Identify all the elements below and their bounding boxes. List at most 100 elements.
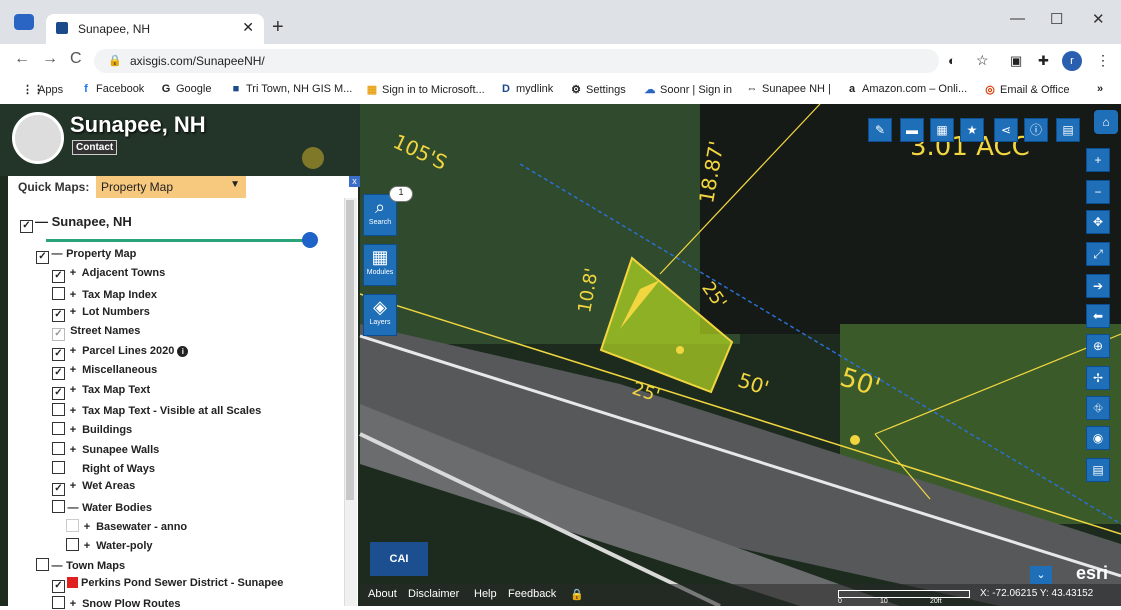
share-icon[interactable]: ⋖ (994, 118, 1018, 142)
layer-item[interactable]: + Tax Map Text - Visible at all Scales (52, 403, 261, 417)
contact-button[interactable]: Contact (72, 140, 118, 155)
layer-item[interactable]: ✓ Perkins Pond Sewer District - Sunapee (52, 577, 283, 593)
collapse-icon[interactable]: — (67, 502, 79, 514)
bookmark-google[interactable]: G Google (160, 83, 212, 95)
opacity-slider[interactable] (46, 239, 308, 242)
expand-icon[interactable]: + (67, 345, 79, 357)
bookmark-email-office[interactable]: ◎ Email & Office (984, 83, 1069, 96)
checkbox[interactable]: ✓ (52, 309, 65, 322)
home-icon[interactable]: ⌂ (1094, 110, 1118, 134)
checkbox[interactable]: ✓ (52, 483, 65, 496)
bookmark-soonr[interactable]: ☁ Soonr | Sign in (644, 83, 732, 96)
checkbox[interactable] (52, 403, 65, 416)
collapse-icon[interactable]: — (51, 560, 63, 572)
checkbox[interactable] (52, 287, 65, 300)
checkbox[interactable]: ✓ (52, 328, 65, 341)
opacity-slider-handle[interactable] (302, 232, 318, 248)
checkbox[interactable] (66, 538, 79, 551)
layer-item[interactable]: ✓ — Property Map (36, 248, 136, 264)
star-icon[interactable]: ☆ (976, 52, 989, 69)
checkbox[interactable] (52, 442, 65, 455)
checkbox[interactable]: ✓ (52, 367, 65, 380)
reload-button[interactable]: C (70, 50, 82, 68)
expand-icon[interactable]: + (67, 480, 79, 492)
zoom-box-icon[interactable]: ⊕ (1086, 334, 1110, 358)
previous-extent-icon[interactable]: ⬅ (1086, 304, 1110, 328)
checkbox[interactable]: ✓ (52, 580, 65, 593)
bookmarks-overflow[interactable]: » (1094, 83, 1110, 95)
panel-close-button[interactable]: x (349, 176, 360, 187)
modules-tool-button[interactable]: ▦ Modules (363, 244, 397, 286)
about-link[interactable]: About (368, 588, 397, 600)
print-map-icon[interactable]: ▤ (1086, 458, 1110, 482)
checkbox[interactable] (52, 422, 65, 435)
back-button[interactable]: ← (14, 50, 30, 68)
expand-icon[interactable]: + (67, 289, 79, 301)
puzzle-icon[interactable]: ✚ (1038, 53, 1049, 69)
bookmark-mydlink[interactable]: Dmydlink (500, 83, 553, 95)
address-bar[interactable]: 🔒 axisgis.com/SunapeeNH/ (94, 49, 939, 73)
bookmark-sunapee[interactable]: ⇔ Sunapee NH | (746, 83, 831, 95)
expand-icon[interactable]: + (67, 267, 79, 279)
browser-tab[interactable]: Sunapee, NH ✕ (46, 14, 264, 44)
layer-item[interactable]: + Sunapee Walls (52, 442, 159, 456)
layer-item[interactable]: + Water-poly (66, 538, 153, 552)
minimize-button[interactable]: — (1010, 10, 1025, 27)
next-extent-icon[interactable]: ➔ (1086, 274, 1110, 298)
maximize-button[interactable]: ☐ (1050, 10, 1063, 28)
layer-item[interactable]: + Tax Map Index (52, 287, 157, 301)
minus-icon[interactable]: ▬ (900, 118, 924, 142)
extension-icon[interactable]: ▣ (1010, 53, 1022, 69)
checkbox[interactable] (66, 519, 79, 532)
layer-item[interactable]: — Water Bodies (52, 500, 152, 514)
layer-item[interactable]: ✓ + Parcel Lines 2020 i (52, 345, 189, 361)
bookmark-facebook[interactable]: f Facebook (80, 83, 144, 95)
expand-icon[interactable]: + (67, 384, 79, 396)
layer-item[interactable]: + Snow Plow Routes (52, 596, 180, 610)
bookmark-settings[interactable]: ⚙ Settings (570, 83, 626, 96)
print-icon[interactable]: ▤ (1056, 118, 1080, 142)
bookmark-tritown[interactable]: ■ Tri Town, NH GIS M... (230, 83, 353, 95)
close-window-button[interactable]: ✕ (1092, 10, 1105, 28)
layer-root[interactable]: ✓ — Sunapee, NH (20, 214, 132, 233)
bookmark-amazon[interactable]: a Amazon.com – Onli... (846, 83, 967, 95)
checkbox[interactable] (52, 461, 65, 474)
new-tab-button[interactable]: + (272, 16, 284, 39)
bookmark-microsoft[interactable]: ▦ Sign in to Microsoft... (366, 83, 485, 96)
expand-icon[interactable]: + (67, 444, 79, 456)
info-icon[interactable]: i (177, 346, 189, 357)
layer-item[interactable]: ✓ + Tax Map Text (52, 384, 150, 400)
checkbox[interactable] (52, 596, 65, 609)
info-icon[interactable]: ⓘ (1024, 118, 1048, 142)
street-view-icon[interactable]: ⛗ (1086, 396, 1110, 420)
collapse-icon[interactable]: — (51, 248, 63, 260)
layer-item[interactable]: ✓ + Wet Areas (52, 480, 135, 496)
full-extent-icon[interactable]: ⤢ (1086, 242, 1110, 266)
disclaimer-link[interactable]: Disclaimer (408, 588, 459, 600)
pan-icon[interactable]: ✢ (1086, 366, 1110, 390)
draw-icon[interactable]: ✎ (868, 118, 892, 142)
expand-icon[interactable]: + (81, 540, 93, 552)
layer-item[interactable]: ✓ + Adjacent Towns (52, 267, 165, 283)
star-icon[interactable]: ★ (960, 118, 984, 142)
checkbox[interactable]: ✓ (52, 270, 65, 283)
location-icon[interactable]: ◐ (948, 53, 956, 68)
zoom-out-icon[interactable]: − (1086, 180, 1110, 204)
expand-icon[interactable]: + (67, 424, 79, 436)
layers-tool-button[interactable]: ◈ Layers (363, 294, 397, 336)
expand-icon[interactable]: + (67, 364, 79, 376)
checkbox[interactable]: ✓ (52, 348, 65, 361)
checkbox[interactable]: ✓ (52, 387, 65, 400)
expand-icon[interactable]: + (67, 306, 79, 318)
expand-icon[interactable]: + (81, 521, 93, 533)
feedback-link[interactable]: Feedback (508, 588, 556, 600)
help-link[interactable]: Help (474, 588, 497, 600)
checkbox[interactable]: ✓ (20, 220, 33, 233)
grid-icon[interactable]: ▦ (930, 118, 954, 142)
layer-item[interactable]: ✓ + Lot Numbers (52, 306, 150, 322)
checkbox[interactable] (36, 558, 49, 571)
checkbox[interactable] (52, 500, 65, 513)
layer-item[interactable]: ✓ + Miscellaneous (52, 364, 157, 380)
forward-button[interactable]: → (42, 50, 58, 68)
layer-item[interactable]: + Basewater - anno (66, 519, 187, 533)
